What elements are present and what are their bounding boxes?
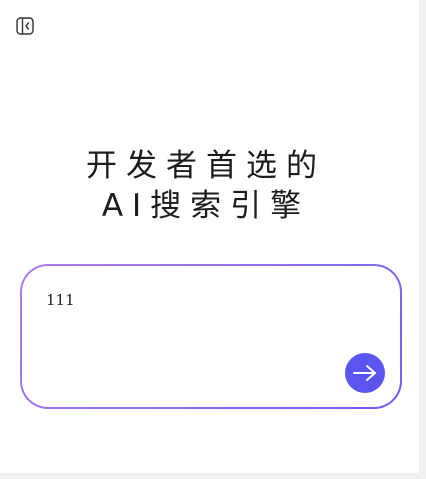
- hero-title-line1: 开发者首选的: [86, 148, 326, 184]
- arrow-right-icon: [353, 365, 376, 381]
- search-input[interactable]: [46, 288, 346, 312]
- sidebar-toggle-button[interactable]: [15, 16, 35, 36]
- main-panel: 开发者首选的 AI搜索引擎: [0, 0, 419, 473]
- search-box: [20, 264, 402, 409]
- sidebar-collapse-icon: [16, 17, 34, 35]
- hero-title-line2: AI搜索引擎: [101, 188, 311, 224]
- send-button[interactable]: [345, 353, 385, 393]
